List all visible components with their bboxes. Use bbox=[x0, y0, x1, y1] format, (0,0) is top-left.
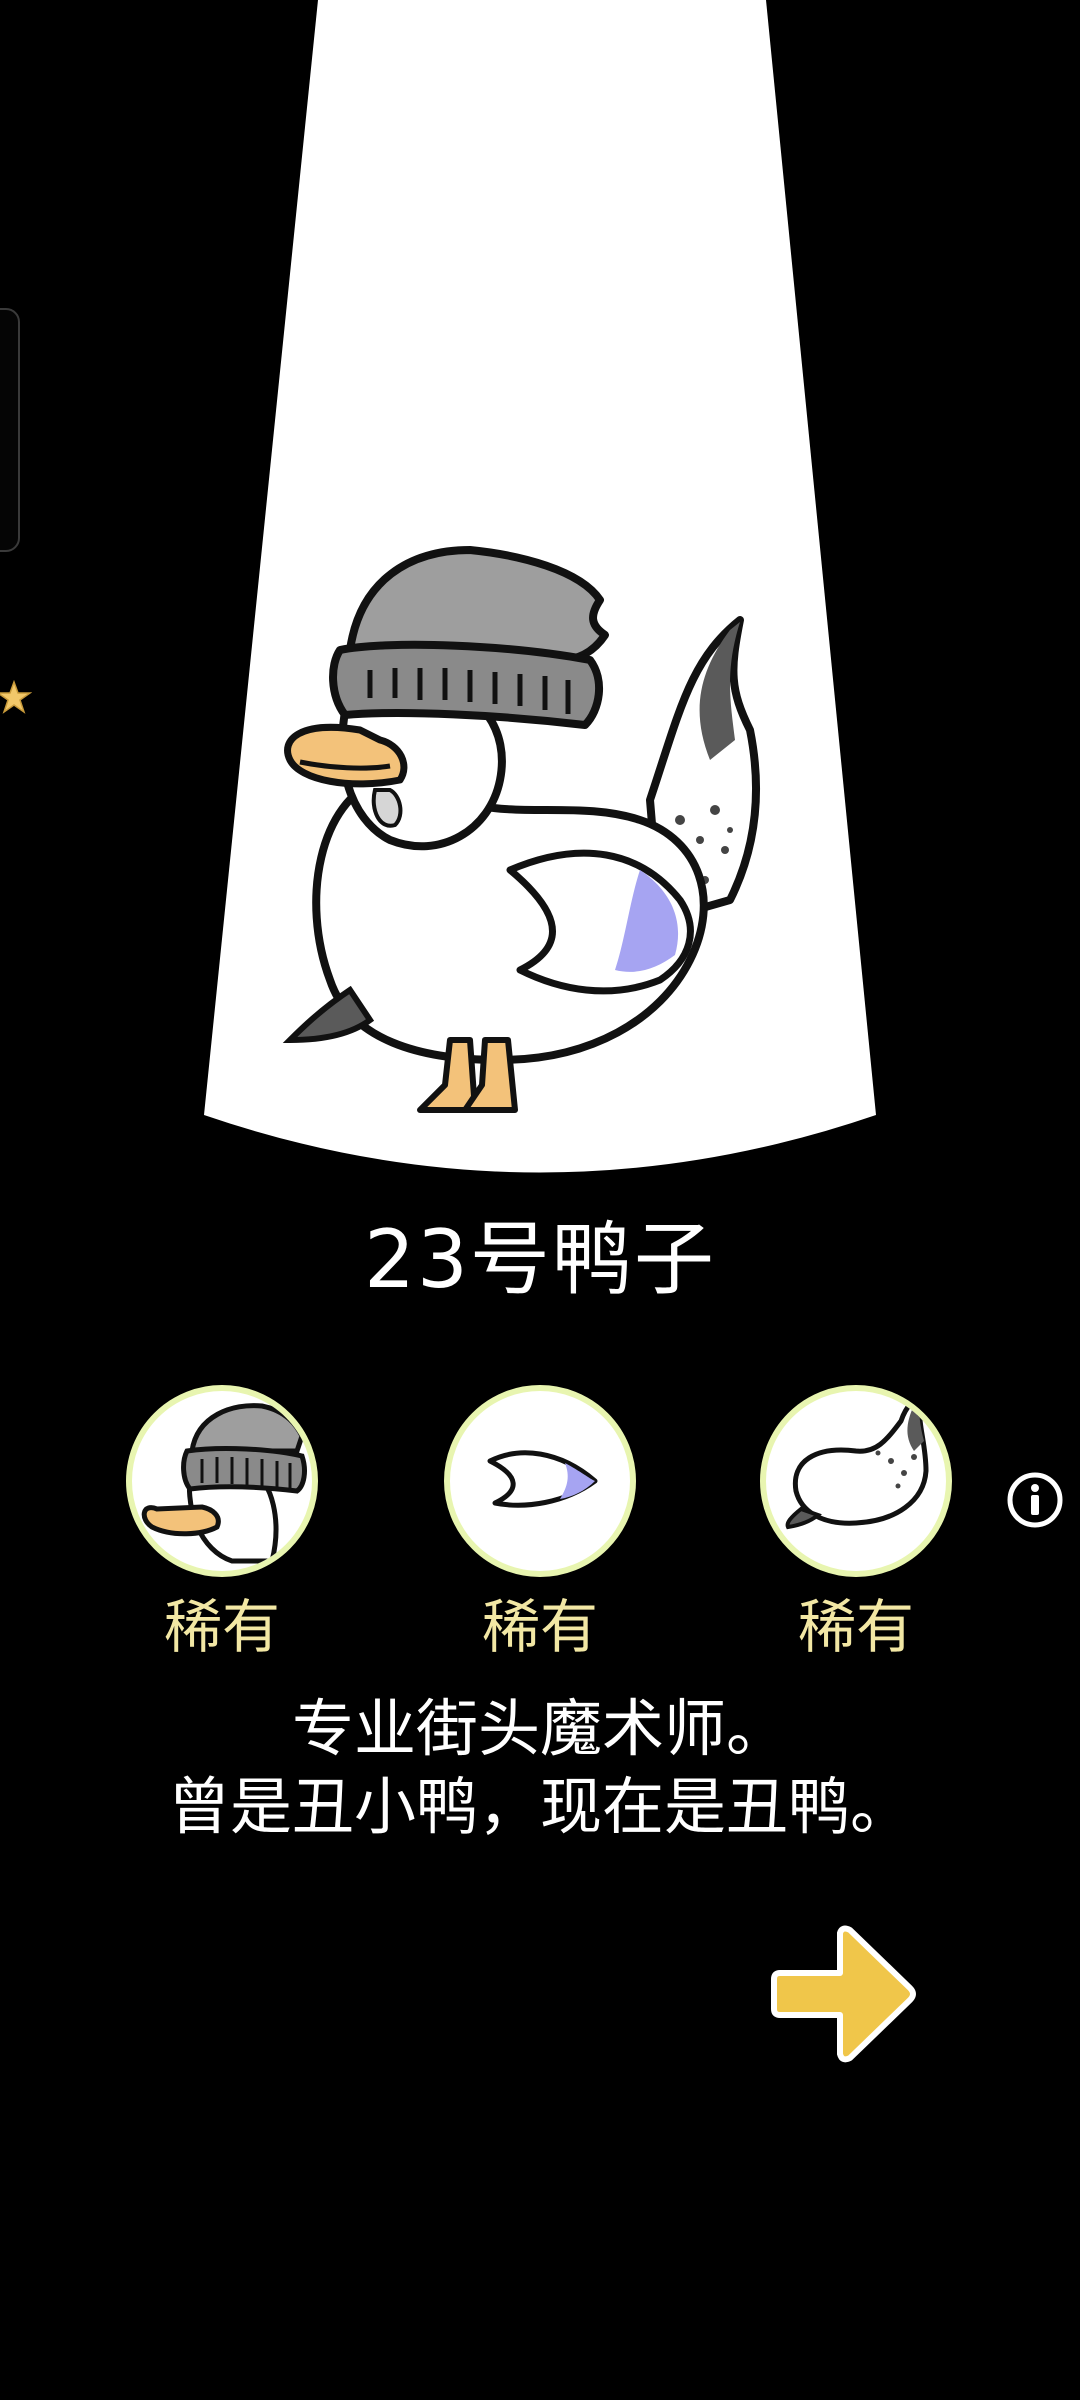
info-icon[interactable] bbox=[1005, 1470, 1065, 1530]
part-wing-badge[interactable] bbox=[444, 1385, 636, 1577]
beanie-head-icon bbox=[141, 1403, 307, 1564]
side-drawer-handle[interactable] bbox=[0, 308, 20, 552]
description-line-2: 曾是丑小鸭，现在是丑鸭。 bbox=[167, 1770, 912, 1843]
duck-character-illustration bbox=[282, 546, 760, 1113]
part-head-badge[interactable] bbox=[126, 1385, 318, 1577]
arrow-right-icon[interactable] bbox=[770, 1918, 920, 2068]
wing-icon bbox=[487, 1450, 598, 1508]
game-screen: 23号鸭子 稀有 稀有 稀有 专业街头魔术师。 曾是丑小鸭，现在是丑鸭。 bbox=[0, 0, 1080, 2400]
part-head-rarity: 稀有 bbox=[163, 1593, 280, 1661]
body-tail-icon bbox=[785, 1396, 929, 1530]
part-body-rarity: 稀有 bbox=[797, 1593, 914, 1661]
duck-name-title: 23号鸭子 bbox=[364, 1213, 716, 1306]
star-icon[interactable] bbox=[0, 680, 32, 716]
part-body-badge[interactable] bbox=[760, 1385, 952, 1577]
duck-description: 专业街头魔术师。 曾是丑小鸭，现在是丑鸭。 bbox=[0, 1690, 1080, 1846]
part-wing-rarity: 稀有 bbox=[481, 1593, 598, 1661]
description-line-1: 专业街头魔术师。 bbox=[291, 1692, 788, 1765]
